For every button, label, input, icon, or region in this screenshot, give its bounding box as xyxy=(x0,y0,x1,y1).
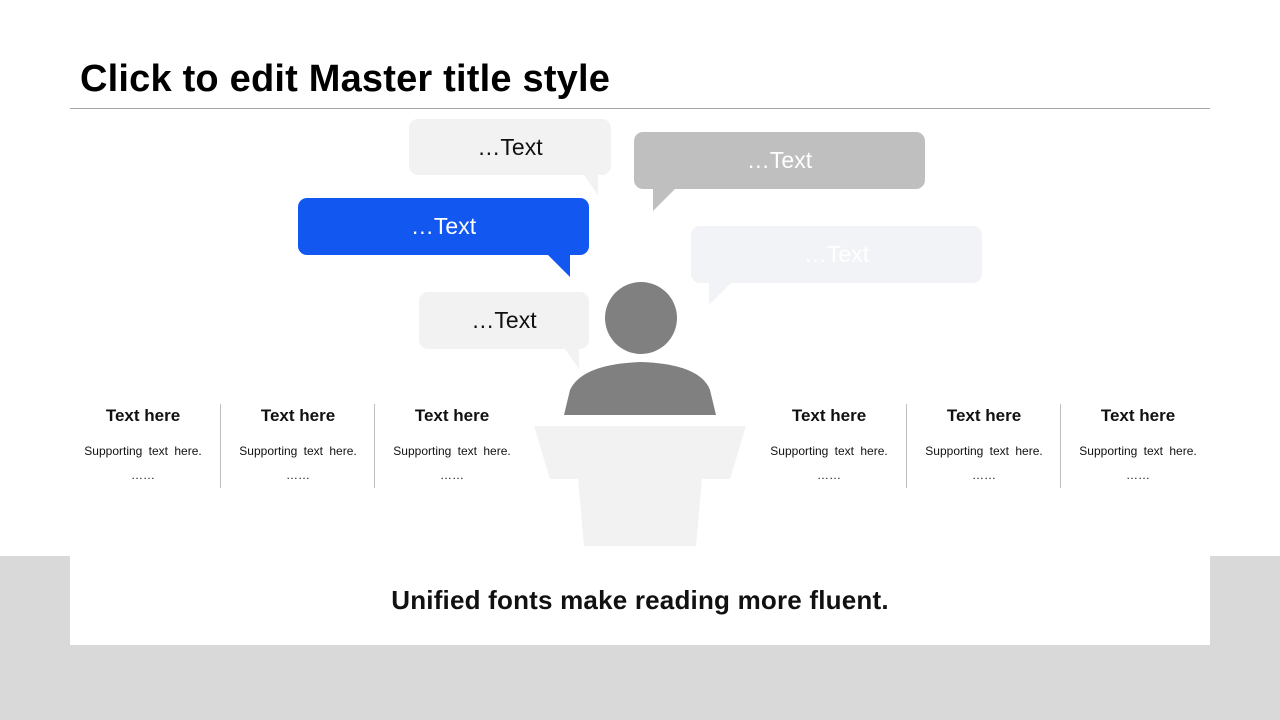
bubble-text: …Text xyxy=(410,213,477,239)
column-supporting-text[interactable]: Supporting text here. xyxy=(66,444,220,458)
bubble-tail-2 xyxy=(653,189,675,211)
speech-bubble-3[interactable]: …Text xyxy=(298,198,589,255)
info-column-left-1: Text here Supporting text here. …… xyxy=(66,404,220,488)
podium-icon xyxy=(534,426,746,546)
column-title[interactable]: Text here xyxy=(221,406,375,426)
column-supporting-text[interactable]: Supporting text here. xyxy=(1061,444,1215,458)
info-column-right-2: Text here Supporting text here. …… xyxy=(906,404,1061,488)
speech-bubble-1[interactable]: …Text xyxy=(409,119,611,175)
speech-bubble-2[interactable]: …Text xyxy=(634,132,925,189)
column-ellipsis: …… xyxy=(440,468,464,482)
column-supporting-text[interactable]: Supporting text here. xyxy=(221,444,375,458)
speaker-torso xyxy=(564,362,716,415)
column-ellipsis: …… xyxy=(131,468,155,482)
column-ellipsis: …… xyxy=(286,468,310,482)
column-supporting-text[interactable]: Supporting text here. xyxy=(375,444,529,458)
bubble-text: …Text xyxy=(803,241,870,267)
info-column-left-3: Text here Supporting text here. …… xyxy=(374,404,529,488)
bubble-text: …Text xyxy=(471,307,537,333)
info-column-right-3: Text here Supporting text here. …… xyxy=(1060,404,1215,488)
column-supporting-text[interactable]: Supporting text here. xyxy=(752,444,906,458)
info-column-left-2: Text here Supporting text here. …… xyxy=(220,404,375,488)
speaker-head xyxy=(605,282,677,354)
bubble-text: …Text xyxy=(746,147,813,173)
column-ellipsis: …… xyxy=(1126,468,1150,482)
column-title[interactable]: Text here xyxy=(752,406,906,426)
footer-caption-box: Unified fonts make reading more fluent. xyxy=(70,556,1210,645)
column-ellipsis: …… xyxy=(817,468,841,482)
column-supporting-text[interactable]: Supporting text here. xyxy=(907,444,1061,458)
column-title[interactable]: Text here xyxy=(907,406,1061,426)
column-title[interactable]: Text here xyxy=(1061,406,1215,426)
bubble-tail-3 xyxy=(548,255,570,277)
speech-bubble-4[interactable]: …Text xyxy=(691,226,982,283)
slide-title[interactable]: Click to edit Master title style xyxy=(80,58,610,101)
column-title[interactable]: Text here xyxy=(66,406,220,426)
bubble-text: …Text xyxy=(477,133,543,160)
info-column-right-1: Text here Supporting text here. …… xyxy=(752,404,906,488)
speaker-podium-illustration xyxy=(534,282,746,546)
person-speaker-icon xyxy=(564,282,716,415)
column-title[interactable]: Text here xyxy=(375,406,529,426)
podium-top xyxy=(534,426,746,479)
column-ellipsis: …… xyxy=(972,468,996,482)
title-divider xyxy=(70,108,1210,109)
podium-base xyxy=(578,479,702,546)
footer-caption[interactable]: Unified fonts make reading more fluent. xyxy=(391,585,889,616)
bubble-tail-1 xyxy=(584,175,598,195)
